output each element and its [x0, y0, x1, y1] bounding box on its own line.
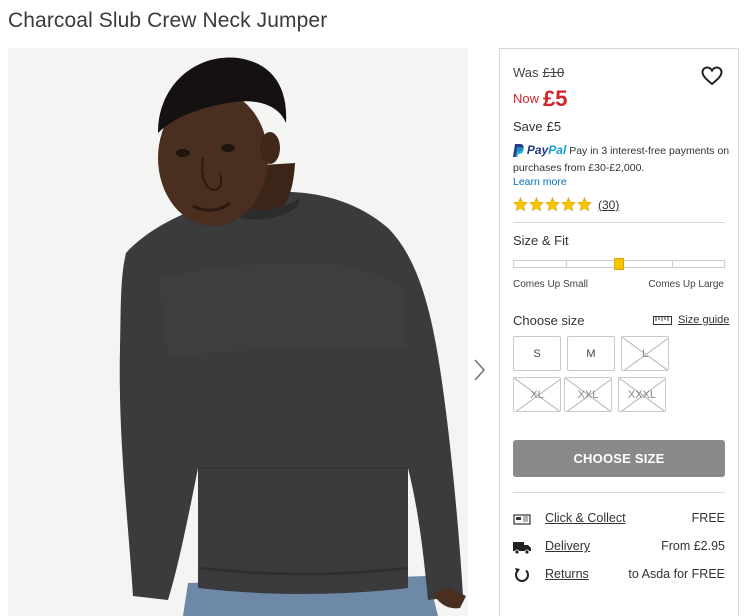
return-icon [515, 568, 529, 582]
fit-right-label: Comes Up Large [648, 279, 724, 290]
returns-value: to Asda for FREE [628, 567, 725, 581]
chevron-right-icon [474, 359, 486, 381]
divider [513, 222, 725, 223]
size-option-xl[interactable]: XL [513, 377, 561, 412]
choose-size-label: Choose size [513, 313, 585, 328]
was-label: Was [513, 65, 539, 80]
review-count-link[interactable]: (30) [598, 198, 619, 212]
click-collect-value: FREE [691, 511, 725, 525]
paypal-logo-icon [513, 144, 524, 161]
size-fit-label: Size & Fit [513, 233, 569, 248]
size-fit-marker [614, 258, 624, 270]
click-collect-link[interactable]: Click & Collect [545, 511, 626, 525]
price-now: Now £5 [513, 86, 568, 112]
model-photo [8, 48, 468, 616]
star-icon [577, 197, 592, 212]
purchase-panel: Was £10 Now £5 Save £5 PayPal Pay in 3 inte… [499, 48, 739, 616]
size-option-l[interactable]: L [621, 336, 669, 371]
returns-row: Returns to Asda for FREE [513, 566, 725, 584]
size-option-s[interactable]: S [513, 336, 561, 371]
product-rating[interactable]: (30) [513, 197, 619, 212]
star-icon [561, 197, 576, 212]
returns-link[interactable]: Returns [545, 567, 589, 581]
size-option-xxxl[interactable]: XXXL [618, 377, 666, 412]
size-option-m[interactable]: M [567, 336, 615, 371]
divider [513, 492, 725, 493]
was-price: £10 [542, 65, 565, 80]
size-fit-scale [513, 258, 725, 270]
star-icon [545, 197, 560, 212]
delivery-row: Delivery From £2.95 [513, 538, 725, 556]
price-was: Was £10 [513, 65, 564, 80]
click-collect-row: Click & Collect FREE [513, 510, 725, 528]
paypal-info: PayPal Pay in 3 interest-free payments o… [513, 143, 733, 189]
paypal-learn-more-link[interactable]: Learn more [513, 175, 733, 189]
fit-left-label: Comes Up Small [513, 279, 589, 290]
delivery-value: From £2.95 [661, 539, 725, 553]
size-option-xxl[interactable]: XXL [564, 377, 612, 412]
star-icon [513, 197, 528, 212]
wishlist-button[interactable] [701, 66, 723, 86]
store-icon [513, 514, 531, 525]
truck-icon [513, 542, 531, 555]
ruler-icon [653, 315, 672, 325]
save-amount: £5 [546, 119, 562, 134]
save-label: Save [513, 119, 543, 134]
paypal-brand: PayPal [526, 143, 567, 157]
size-guide-label: Size guide [678, 314, 730, 326]
delivery-link[interactable]: Delivery [545, 539, 590, 553]
heart-icon [701, 66, 723, 86]
product-image[interactable] [8, 48, 468, 616]
now-price: £5 [543, 86, 568, 111]
size-guide-link[interactable]: Size guide [653, 314, 729, 326]
product-title: Charcoal Slub Crew Neck Jumper [8, 9, 328, 32]
star-icon [529, 197, 544, 212]
now-label: Now [513, 91, 540, 106]
price-save: Save £5 [513, 119, 561, 134]
star-rating [513, 197, 592, 212]
choose-size-button[interactable]: CHOOSE SIZE [513, 440, 725, 477]
next-image-arrow[interactable] [472, 356, 488, 384]
